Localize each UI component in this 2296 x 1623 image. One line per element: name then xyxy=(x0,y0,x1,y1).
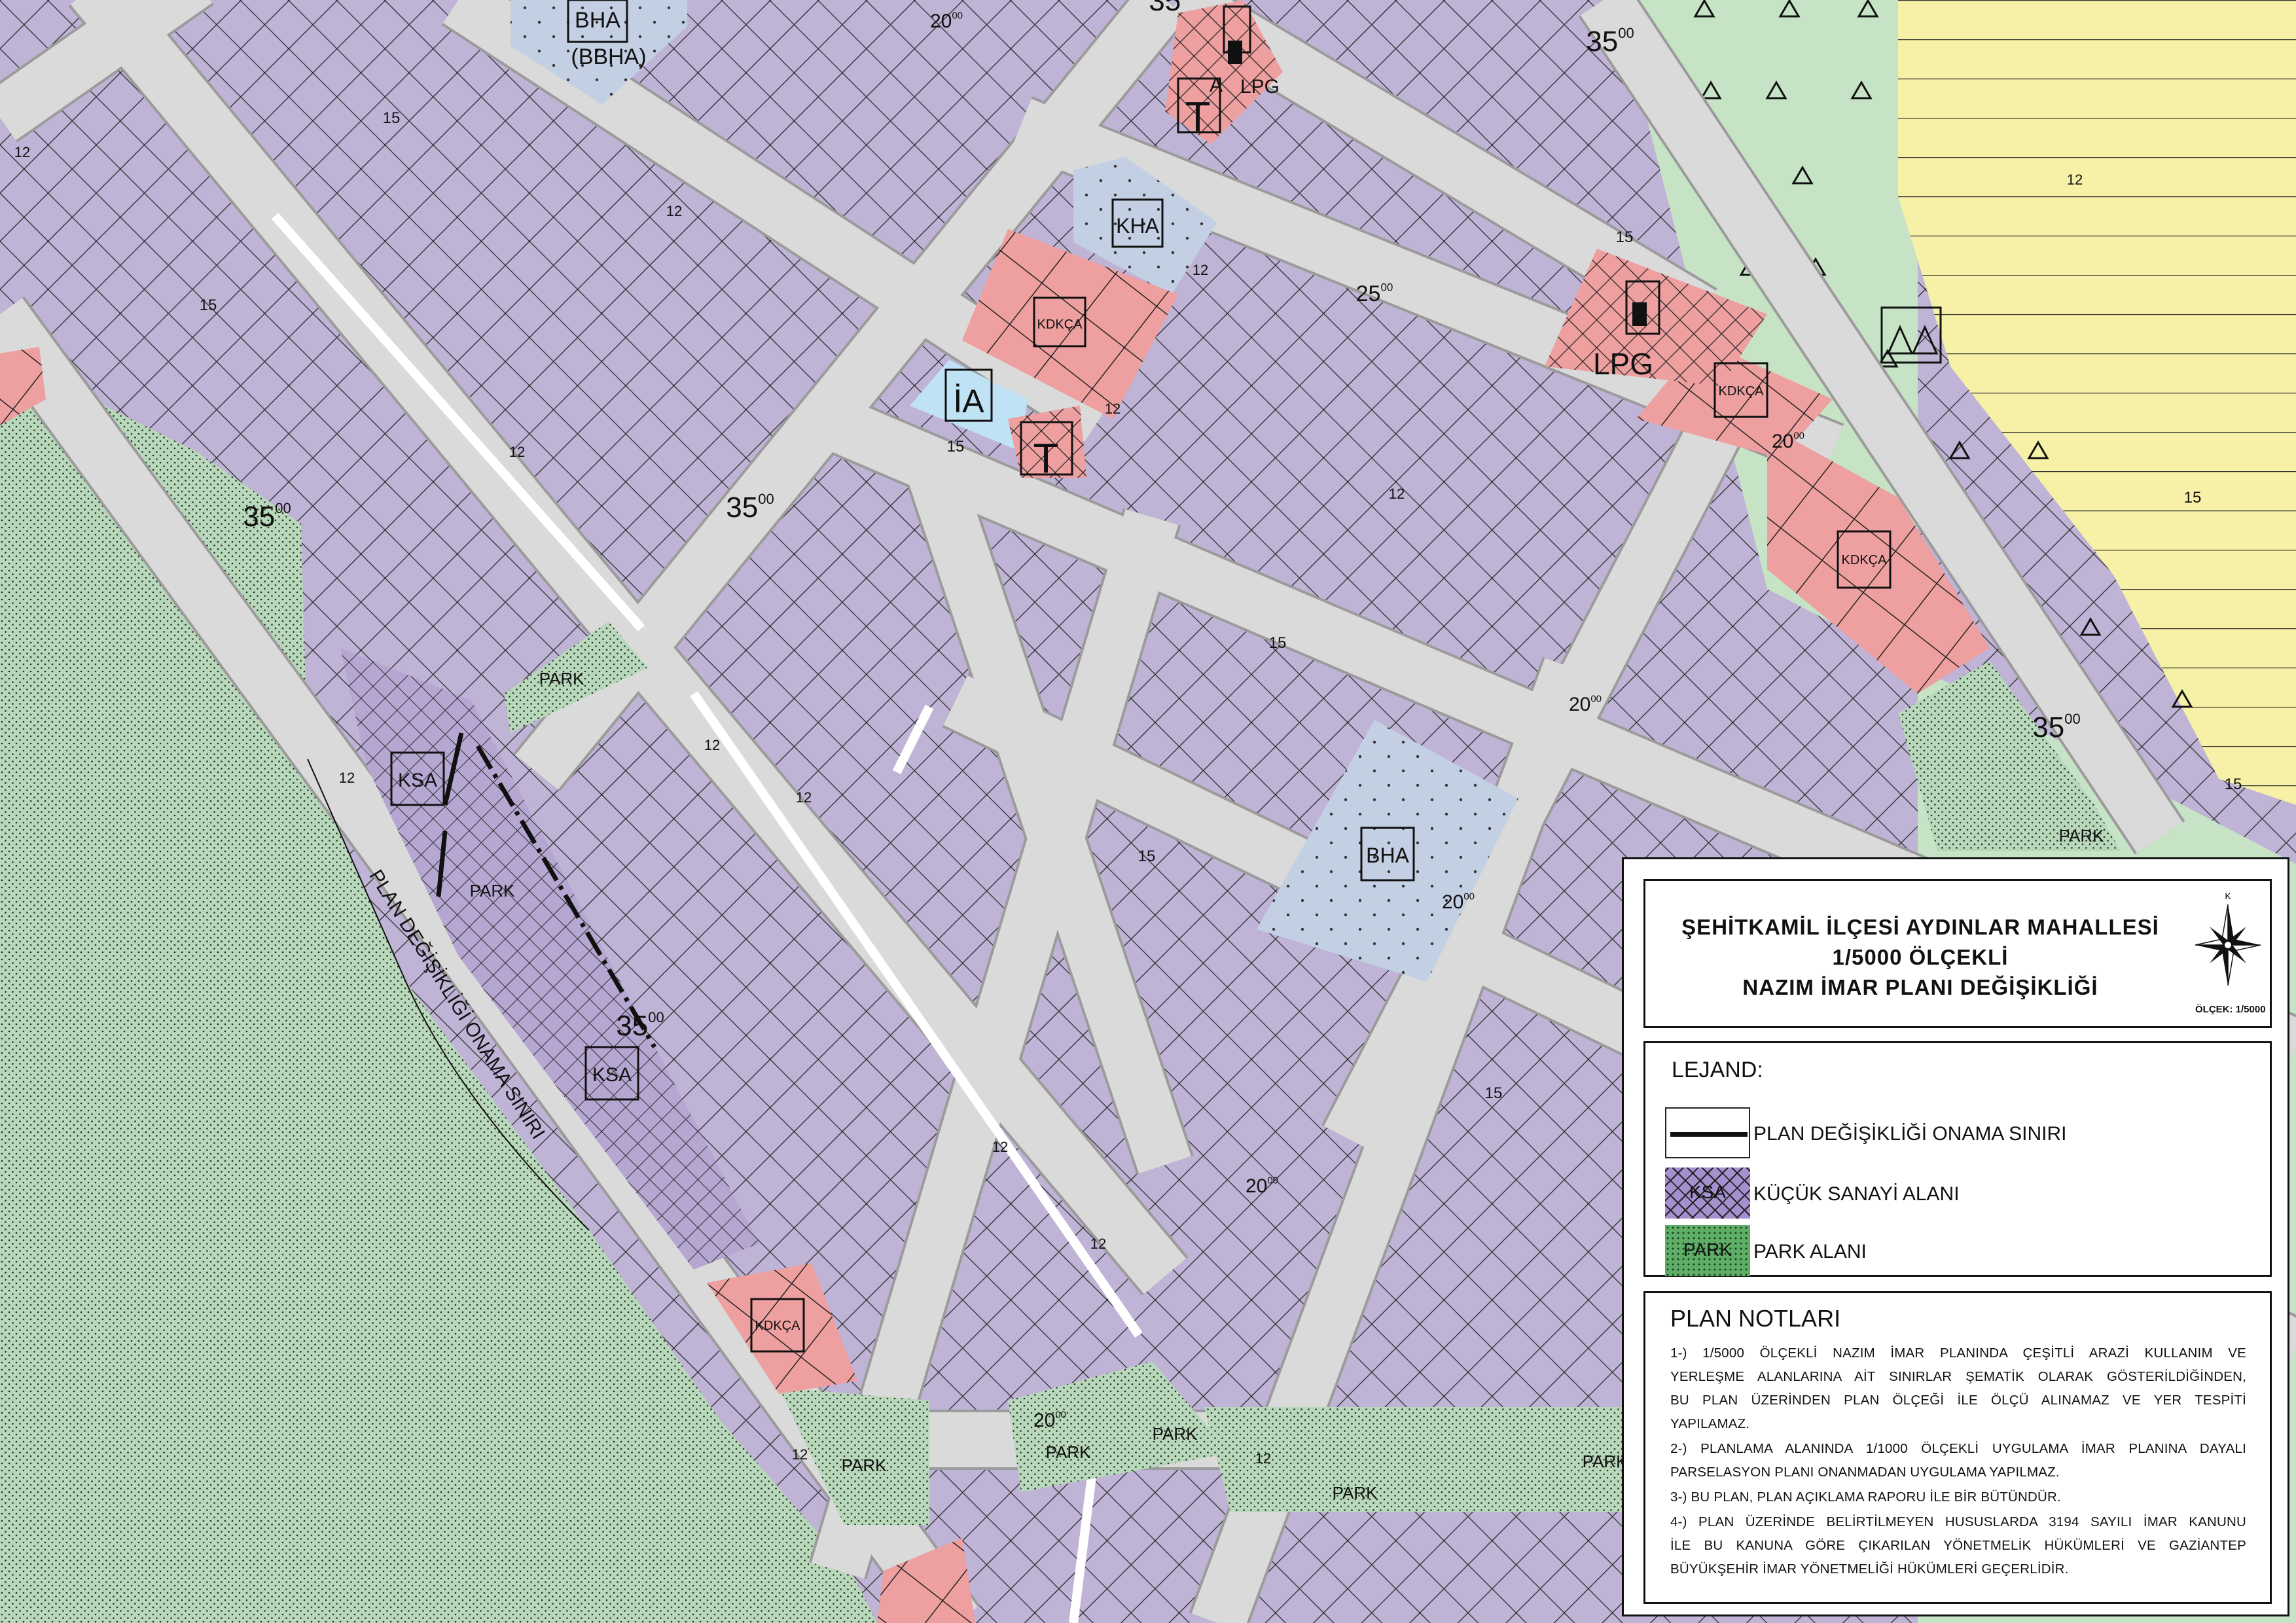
plan-note-line: PARSELASYON PLANI ONANMADAN UYGULAMA YAP… xyxy=(1670,1465,2060,1480)
plan-note-line: BU PLAN ÜZERİNDEN PLAN ÖLÇEĞİ İLE ÖLÇÜ A… xyxy=(1670,1393,2246,1408)
north-arrow-icon: K xyxy=(2195,891,2261,986)
zone-label-park: PARK xyxy=(1046,1442,1092,1462)
plan-title-line-3: NAZIM İMAR PLANI DEĞİŞİKLİĞİ xyxy=(1742,975,2098,999)
road-width-label: 12 xyxy=(339,770,355,786)
plan-note-line: 4-) PLAN ÜZERİNDE BELİRTİLMEYEN HUSUSLAR… xyxy=(1670,1514,2246,1529)
title-box: ŞEHİTKAMİL İLÇESİ AYDINLAR MAHALLESİ 1/5… xyxy=(1643,879,2272,1028)
zone-label-bha: BHA xyxy=(575,8,620,33)
zone-label-lpg: LPG xyxy=(1240,76,1280,98)
road-width-label: 12 xyxy=(1105,401,1121,417)
swatch-text: KSA xyxy=(1689,1182,1727,1202)
road-width-label: 12 xyxy=(1193,262,1208,278)
road-width-label: 12 xyxy=(2067,171,2083,188)
road-width-superscript: 00 xyxy=(275,500,291,516)
zone-label-park: PARK xyxy=(2059,826,2105,846)
small-industry-swatch: KSA xyxy=(1665,1168,1750,1219)
road-width-label: 12 xyxy=(14,144,30,160)
road-width-label: 12 xyxy=(666,203,682,219)
zone-label-ksa: KSA xyxy=(592,1064,632,1086)
road-width-label: 15 xyxy=(383,109,401,127)
plan-notes-box: PLAN NOTLARI 1-) 1/5000 ÖLÇEKLİ NAZIM İM… xyxy=(1643,1291,2272,1604)
zone-label-park: PARK xyxy=(842,1455,888,1475)
scale-note: ÖLÇEK: 1/5000 xyxy=(2195,1004,2266,1015)
plan-note-line: 1-) 1/5000 ÖLÇEKLİ NAZIM İMAR PLANINDA Ç… xyxy=(1670,1346,2246,1361)
road-width-superscript: 00 xyxy=(1590,694,1602,705)
zone-label-kdkca: KDKÇA xyxy=(1842,553,1888,567)
plan-note-line: 3-) BU PLAN, PLAN AÇIKLAMA RAPORU İLE Bİ… xyxy=(1670,1489,2061,1505)
zone-label-kdkca: KDKÇA xyxy=(755,1319,801,1333)
zone-label-kdkca: KDKÇA xyxy=(1037,317,1083,332)
legend-item-small-industry: KSA KÜÇÜK SANAYİ ALANI xyxy=(1665,1168,2254,1219)
road-width-superscript: 00 xyxy=(1181,0,1196,1)
road-width-superscript: 00 xyxy=(952,10,963,22)
road-width-superscript: 00 xyxy=(1380,281,1393,294)
park-swatch: PARK xyxy=(1665,1225,1750,1276)
zone-label-ia: İA xyxy=(953,383,984,419)
plan-notes-heading: PLAN NOTLARI xyxy=(1670,1305,1841,1332)
legend-panel: ŞEHİTKAMİL İLÇESİ AYDINLAR MAHALLESİ 1/5… xyxy=(1622,857,2289,1616)
plan-title-line-1: ŞEHİTKAMİL İLÇESİ AYDINLAR MAHALLESİ xyxy=(1681,915,2159,939)
zone-label-park: PARK xyxy=(470,881,516,901)
road-width-label: 15 xyxy=(947,438,965,455)
road-width-label: 15 xyxy=(2184,489,2202,507)
road-width-superscript: 00 xyxy=(758,491,774,507)
north-letter: K xyxy=(2225,891,2231,901)
road-width-label: 12 xyxy=(992,1139,1008,1155)
legend-item-label: KÜÇÜK SANAYİ ALANI xyxy=(1753,1183,1960,1205)
plan-note-line: YERLEŞME ALANLARINA AİT SINIRLAR ŞEMATİK… xyxy=(1670,1369,2246,1384)
zone-label-park: PARK xyxy=(1583,1452,1628,1471)
legend-item-label: PLAN DEĞİŞİKLİĞİ ONAMA SINIRI xyxy=(1753,1123,2067,1145)
legend-item-park: PARK PARK ALANI xyxy=(1665,1225,2254,1276)
road-width-label: 15 xyxy=(2225,776,2242,793)
road-width-superscript: 00 xyxy=(1463,891,1475,902)
plan-note-line: YAPILAMAZ. xyxy=(1670,1416,1750,1431)
zone-label-park: PARK xyxy=(539,669,585,688)
zone-label-park: PARK xyxy=(1333,1483,1378,1503)
road-width-label: 12 xyxy=(509,444,525,460)
zone-label-lpg: LPG xyxy=(1593,347,1653,381)
legend-item-label: PARK ALANI xyxy=(1753,1241,1867,1262)
road-width-label: 15 xyxy=(200,296,217,314)
road-width-label: 12 xyxy=(1090,1236,1106,1252)
road-width-superscript: 00 xyxy=(1793,431,1804,442)
zone-label-kha: KHA xyxy=(1116,214,1159,238)
legend-item-boundary: PLAN DEĞİŞİKLİĞİ ONAMA SINIRI xyxy=(1665,1107,2254,1158)
road-width-label: 12 xyxy=(792,1446,808,1463)
zone-label-bha: BHA xyxy=(1366,844,1409,867)
road-width-superscript: 00 xyxy=(1618,25,1634,41)
road-width-superscript: 00 xyxy=(1267,1175,1278,1186)
road-width-label: 12 xyxy=(796,789,812,806)
zone-label-t: T xyxy=(1185,93,1210,140)
boundary-swatch xyxy=(1665,1107,1750,1158)
legend-box: LEJAND: PLAN DEĞİŞİKLİĞİ ONAMA SINIRI KS… xyxy=(1643,1041,2272,1277)
road-width-label: 12 xyxy=(704,737,720,753)
zone-label-ksa: KSA xyxy=(398,770,437,791)
legend-heading: LEJAND: xyxy=(1672,1058,1763,1082)
zone-label-kdkca: KDKÇA xyxy=(1719,384,1765,399)
road-width-superscript: 00 xyxy=(648,1009,664,1026)
zone-label-t: T xyxy=(1033,435,1058,482)
plan-note-line: BÜYÜKŞEHİR İMAR YÖNETMELİĞİ HÜKÜMLERİ GE… xyxy=(1670,1561,2069,1577)
road-width-label: 15 xyxy=(1616,228,1634,246)
road-width-label: 15 xyxy=(1138,847,1156,865)
road-width-superscript: 00 xyxy=(2064,711,2080,727)
road-width-label: 12 xyxy=(1389,486,1405,502)
swatch-text: PARK xyxy=(1683,1240,1732,1260)
zone-label-park: PARK xyxy=(1153,1424,1198,1444)
plan-note-line: 2-) PLANLAMA ALANINDA 1/1000 ÖLÇEKLİ UYG… xyxy=(1670,1441,2246,1456)
plan-note-line: İLE BU KANUNA GÖRE ÇIKARILAN YÖNETMELİK … xyxy=(1670,1538,2246,1553)
plan-title-line-2: 1/5000 ÖLÇEKLİ xyxy=(1832,945,2009,969)
road-width-label: 12 xyxy=(1255,1450,1271,1467)
zone-label-bbha: (BBHA) xyxy=(571,45,646,69)
zone-label-a: A xyxy=(1210,75,1223,96)
road-width-superscript: 00 xyxy=(1055,1410,1066,1421)
road-width-label: 15 xyxy=(1485,1084,1503,1102)
road-width-label: 15 xyxy=(1269,634,1287,652)
